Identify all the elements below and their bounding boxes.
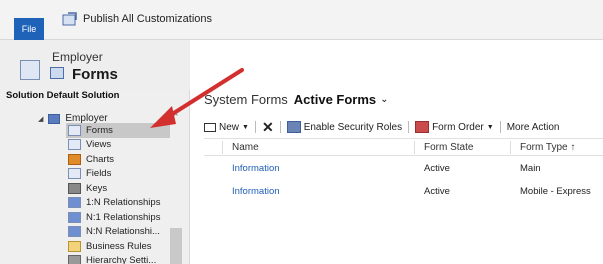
form-name-link[interactable]: Information <box>232 186 280 197</box>
view-heading: System Forms Active Forms ⌄ <box>204 92 389 107</box>
delete-button[interactable]: ✕ <box>256 119 280 135</box>
delete-icon: ✕ <box>261 118 274 135</box>
column-divider <box>414 141 415 154</box>
file-button[interactable]: File <box>14 18 44 40</box>
sidebar-item-business-rules[interactable]: Business Rules <box>66 239 170 254</box>
enable-security-roles-button[interactable]: Enable Security Roles <box>281 119 408 135</box>
new-icon <box>204 122 216 132</box>
sidebar-item-label: 1:N Relationships <box>86 197 161 209</box>
column-header-name[interactable]: Name <box>232 142 259 153</box>
nav-list: Forms Views Charts Fields Keys 1:N Relat… <box>66 123 170 264</box>
sidebar-item-label: Charts <box>86 153 114 165</box>
form-order-button[interactable]: Form Order ▼ <box>409 119 500 135</box>
form-type-cell: Main <box>520 163 541 174</box>
form-state-cell: Active <box>424 186 450 197</box>
new-label: New <box>219 121 240 133</box>
form-type-cell: Mobile - Express <box>520 186 591 197</box>
form-state-cell: Active <box>424 163 450 174</box>
sidebar-item-views[interactable]: Views <box>66 138 170 153</box>
sidebar-item-charts[interactable]: Charts <box>66 152 170 167</box>
sidebar-item-label: N:1 Relationships <box>86 211 161 223</box>
sidebar-item-label: Fields <box>86 168 112 180</box>
form-name-link[interactable]: Information <box>232 163 280 174</box>
grid-toolbar: New ▼ ✕ Enable Security Roles Form Order… <box>204 118 603 136</box>
more-actions-label: More Action <box>506 121 560 133</box>
view-selector-label: Active Forms <box>293 92 377 107</box>
views-icon <box>68 139 81 151</box>
dropdown-arrow-icon: ▼ <box>486 123 494 131</box>
table-row[interactable]: Information Active Main <box>204 158 603 180</box>
sidebar-item-fields[interactable]: Fields <box>66 167 170 182</box>
sidebar-item-hierarchy-settings[interactable]: Hierarchy Setti... <box>66 254 170 264</box>
form-order-icon <box>415 121 430 133</box>
sidebar-item-nn-relationships[interactable]: N:N Relationshi... <box>66 225 170 240</box>
entity-name: Employer <box>52 50 103 64</box>
charts-icon <box>68 153 81 165</box>
view-selector[interactable]: Active Forms ⌄ <box>294 92 389 107</box>
forms-header-icon <box>50 67 64 79</box>
relationship-icon <box>68 226 81 238</box>
relationship-icon <box>68 211 81 223</box>
solution-label: Solution Default Solution <box>6 90 120 101</box>
security-roles-icon <box>286 121 301 133</box>
entity-node-icon <box>48 113 61 124</box>
publish-all-button[interactable]: Publish All Customizations <box>62 12 212 26</box>
collapse-triangle-icon[interactable]: ◢ <box>38 115 43 123</box>
column-divider <box>222 141 223 154</box>
publish-label: Publish All Customizations <box>83 13 213 25</box>
column-header-form-state[interactable]: Form State <box>424 142 473 153</box>
more-actions-button[interactable]: More Action <box>501 119 566 135</box>
sidebar-item-forms[interactable]: Forms <box>66 123 170 138</box>
sidebar-item-keys[interactable]: Keys <box>66 181 170 196</box>
publish-icon <box>62 12 78 26</box>
keys-icon <box>68 182 81 194</box>
ribbon: File Publish All Customizations <box>0 0 603 40</box>
table-row[interactable]: Information Active Mobile - Express <box>204 181 603 203</box>
business-rules-icon <box>68 240 81 252</box>
system-forms-label: System Forms <box>204 92 288 107</box>
dropdown-arrow-icon: ▼ <box>242 123 249 131</box>
form-order-label: Form Order <box>432 121 484 133</box>
sidebar-item-label: Keys <box>86 182 108 194</box>
scroll-up-chevron-icon[interactable]: ⌃ <box>172 112 180 123</box>
column-divider <box>510 141 511 154</box>
hierarchy-icon <box>68 255 81 264</box>
forms-icon <box>68 124 81 136</box>
new-button[interactable]: New ▼ <box>204 119 255 135</box>
sidebar-item-label: Views <box>86 139 112 151</box>
enable-security-label: Enable Security Roles <box>303 121 403 133</box>
page-title: Forms <box>72 66 118 83</box>
sidebar-item-1n-relationships[interactable]: 1:N Relationships <box>66 196 170 211</box>
sidebar-item-n1-relationships[interactable]: N:1 Relationships <box>66 210 170 225</box>
sidebar-item-label: N:N Relationshi... <box>86 226 160 238</box>
column-header-form-type[interactable]: Form Type ↑ <box>520 142 575 153</box>
sidebar-item-label: Business Rules <box>86 240 152 252</box>
chevron-down-icon: ⌄ <box>380 94 389 105</box>
grid-header: Name Form State Form Type ↑ <box>204 138 603 156</box>
sidebar-item-label: Forms <box>86 124 113 136</box>
scrollbar[interactable] <box>170 228 182 264</box>
fields-icon <box>68 168 81 180</box>
sidebar-item-label: Hierarchy Setti... <box>86 255 157 264</box>
relationship-icon <box>68 197 81 209</box>
entity-icon <box>20 60 40 80</box>
